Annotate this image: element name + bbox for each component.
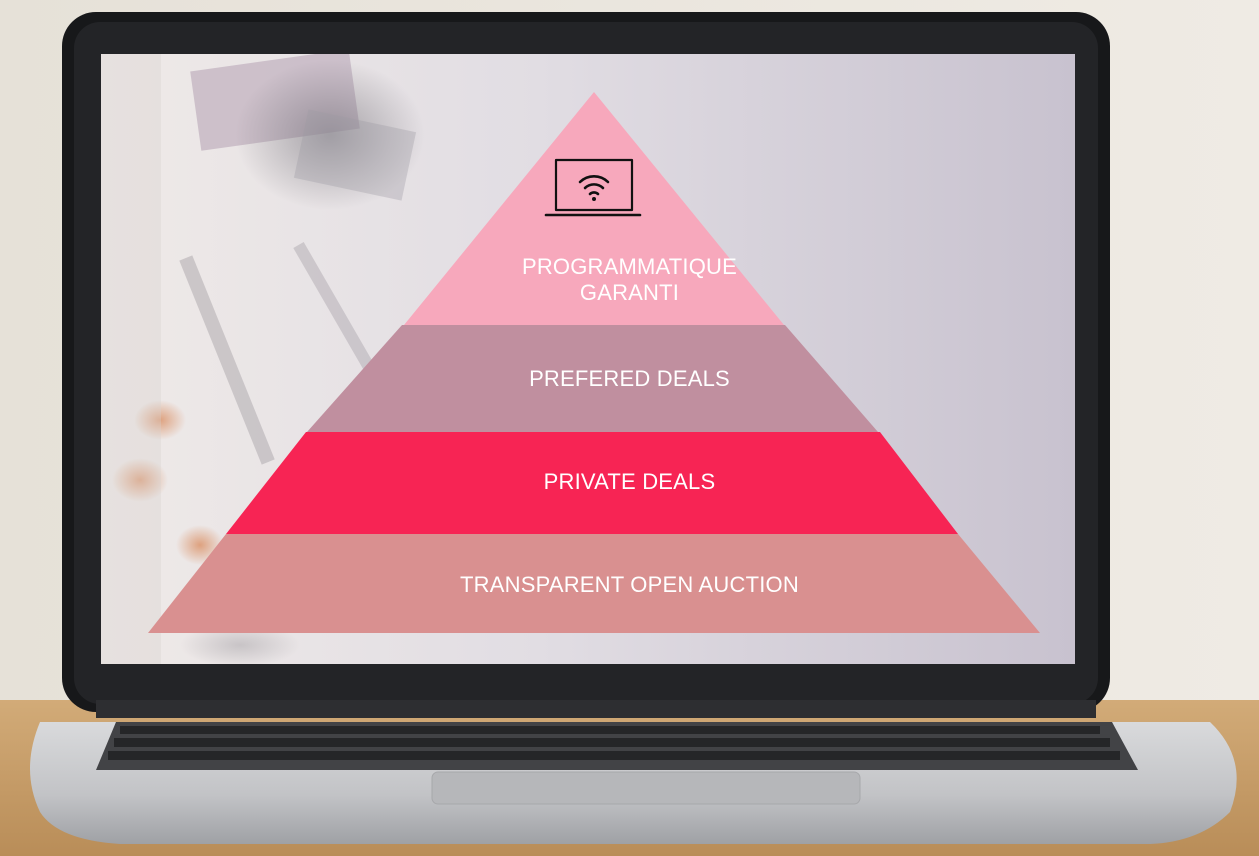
- laptop-photo: PROGRAMMATIQUE GARANTI PREFERED DEALS PR…: [0, 0, 1259, 856]
- tier-label-programmatique-line-1: PROGRAMMATIQUE: [521, 254, 738, 279]
- tier-label-transparent-open-auction: TRANSPARENT OPEN AUCTION: [460, 572, 799, 597]
- tier-label-programmatique-line-2: GARANTI: [579, 280, 680, 305]
- tier-label-private-deals: PRIVATE DEALS: [543, 469, 716, 494]
- trackpad: [431, 771, 861, 805]
- scene-svg: [0, 0, 1259, 856]
- tier-label-prefered-deals: PREFERED DEALS: [529, 366, 730, 391]
